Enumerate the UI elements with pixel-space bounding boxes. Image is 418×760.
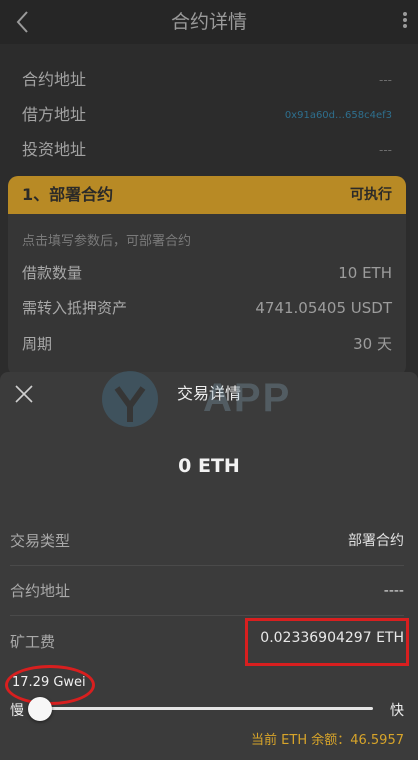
more-dot-icon [403,24,407,28]
contract-address-label: 合约地址 [22,70,87,89]
card-status: 可执行 [350,187,392,203]
contract-address-value: --- [379,73,392,87]
tx-type-row: 交易类型 部署合约 [10,516,404,566]
eth-balance: 当前 ETH 余额：46.5957 [251,733,404,748]
more-dot-icon [403,12,407,16]
period-label: 周期 [22,335,53,353]
investor-address-label: 投资地址 [22,140,87,159]
deploy-contract-card[interactable]: 1、部署合约 可执行 点击填写参数后，可部署合约 借款数量 10 ETH 需转入… [8,176,406,376]
collateral-row: 需转入抵押资产 4741.05405 USDT [22,293,392,323]
top-bar: 合约详情 [0,0,418,44]
tx-contract-address-label: 合约地址 [10,582,71,600]
more-dot-icon [403,18,407,22]
tx-contract-address-row: 合约地址 ---- [10,566,404,616]
borrower-address-link[interactable]: 0x91a60d…658c4ef3 [285,99,392,133]
gas-price-value: 17.29 Gwei [12,675,86,690]
sheet-title: 交易详情 [176,384,241,403]
period-value: 30 天 [353,335,392,353]
miner-fee-label: 矿工费 [10,633,56,651]
borrower-address-row: 借方地址 0x91a60d…658c4ef3 [22,98,392,132]
loan-amount-value: 10 ETH [338,264,392,282]
period-row: 周期 30 天 [22,329,392,359]
contract-address-row: 合约地址 --- [22,63,392,97]
fast-label: 快 [390,703,404,719]
card-header: 1、部署合约 可执行 [8,176,406,214]
transaction-amount: 0 ETH [178,455,240,477]
investor-address-value: --- [379,143,392,157]
collateral-label: 需转入抵押资产 [22,299,128,317]
gas-slider-thumb[interactable] [28,697,52,721]
more-menu-button[interactable] [402,12,408,32]
miner-fee-value: 0.02336904297 ETH [260,630,404,646]
gas-slider-track[interactable] [35,707,373,710]
card-hint: 点击填写参数后，可部署合约 [22,234,192,249]
investor-address-row: 投资地址 --- [22,133,392,167]
tx-type-label: 交易类型 [10,532,71,550]
loan-amount-row: 借款数量 10 ETH [22,258,392,288]
card-title: 1、部署合约 [22,185,114,204]
page-title: 合约详情 [170,11,247,33]
loan-amount-label: 借款数量 [22,264,83,282]
tx-contract-address-value: ---- [383,583,404,599]
slow-label: 慢 [10,703,24,719]
borrower-address-label: 借方地址 [22,105,87,124]
tx-type-value: 部署合约 [348,533,404,549]
collateral-value: 4741.05405 USDT [255,299,392,317]
